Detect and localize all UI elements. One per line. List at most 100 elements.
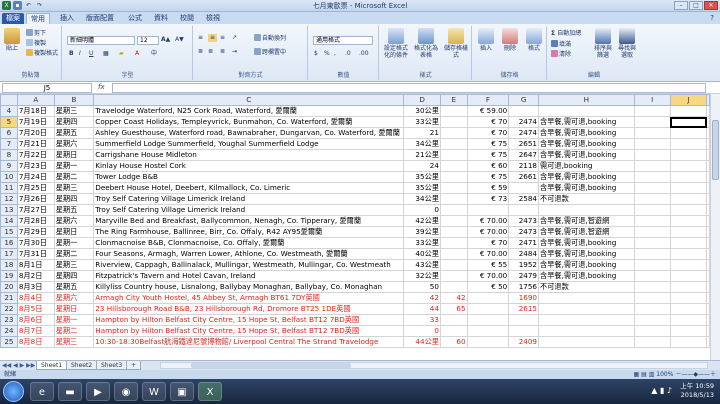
cell-h[interactable]: 含早餐,需可退,booking xyxy=(538,116,635,128)
cell-i[interactable] xyxy=(633,325,671,337)
row-header[interactable]: 9 xyxy=(0,160,18,172)
cell-d[interactable]: 50 xyxy=(403,281,441,293)
cell-c[interactable]: Troy Self Catering Village Limerick Irel… xyxy=(93,204,405,216)
cell-f[interactable]: € 59.00 xyxy=(466,105,510,117)
font-color-icon[interactable]: A xyxy=(135,50,139,58)
cell-f[interactable]: € 70 xyxy=(466,127,510,139)
cell-a[interactable]: 7月20日 xyxy=(16,127,55,139)
cell-i[interactable] xyxy=(633,270,671,282)
cell-b[interactable]: 星期日 xyxy=(53,149,95,161)
cell-j[interactable] xyxy=(669,237,708,249)
column-header-b[interactable]: B xyxy=(53,94,95,106)
cell-f[interactable]: € 70.00 xyxy=(466,215,510,227)
cell-g[interactable]: 2479 xyxy=(508,270,540,282)
cell-g[interactable]: 2615 xyxy=(508,303,540,315)
cell-d[interactable]: 44 xyxy=(403,303,441,315)
tab-insert[interactable]: 插入 xyxy=(56,13,78,24)
align-top-icon[interactable]: ≡ xyxy=(198,34,203,42)
cell-h[interactable] xyxy=(538,325,635,337)
autosum-button[interactable]: Σ 自動加總 xyxy=(551,30,581,38)
cell-e[interactable] xyxy=(439,226,468,238)
cell-f[interactable]: € 70.00 xyxy=(466,248,510,260)
cell-b[interactable]: 星期一 xyxy=(53,237,95,249)
cell-d[interactable]: 40公里 xyxy=(403,248,441,260)
cell-h[interactable] xyxy=(538,292,635,304)
insert-cells-button[interactable]: 插入 xyxy=(475,28,497,52)
tab-home[interactable]: 常用 xyxy=(26,13,50,24)
cell-b[interactable]: 星期三 xyxy=(53,259,95,271)
cell-b[interactable]: 星期一 xyxy=(53,314,95,326)
cell-j[interactable] xyxy=(669,138,708,150)
cell-b[interactable]: 星期日 xyxy=(53,226,95,238)
horizontal-scrollbar[interactable] xyxy=(160,362,708,369)
cell-f[interactable] xyxy=(466,336,510,348)
row-header[interactable]: 5 xyxy=(0,116,18,128)
cell-h[interactable]: 含早餐,需可退,booking xyxy=(538,237,635,249)
cell-e[interactable] xyxy=(439,127,468,139)
chrome-icon[interactable]: ◉ xyxy=(114,382,138,401)
cell-a[interactable]: 7月18日 xyxy=(16,105,55,117)
cell-f[interactable]: € 70 xyxy=(466,116,510,128)
cell-f[interactable] xyxy=(466,204,510,216)
cell-f[interactable]: € 70 xyxy=(466,237,510,249)
row-header[interactable]: 21 xyxy=(0,292,18,304)
row-header[interactable]: 25 xyxy=(0,336,18,348)
cell-i[interactable] xyxy=(633,226,671,238)
cell-b[interactable]: 星期三 xyxy=(53,182,95,194)
row-header[interactable]: 13 xyxy=(0,204,18,216)
cell-g[interactable]: 2584 xyxy=(508,193,540,205)
cell-i[interactable] xyxy=(633,303,671,315)
cell-i[interactable] xyxy=(633,336,671,348)
help-icon[interactable]: ? xyxy=(710,14,714,22)
cell-a[interactable]: 8月2日 xyxy=(16,270,55,282)
cell-c[interactable]: The Ring Farmhouse, Ballinree, Birr, Co.… xyxy=(93,226,405,238)
cell-d[interactable]: 42 xyxy=(403,292,441,304)
view-normal-icon[interactable]: ▦ xyxy=(634,371,640,378)
cell-d[interactable]: 43公里 xyxy=(403,259,441,271)
column-header-g[interactable]: G xyxy=(508,94,540,106)
sort-filter-button[interactable]: 排序與篩選 xyxy=(592,28,614,59)
start-button-icon[interactable] xyxy=(3,381,24,402)
cell-g[interactable] xyxy=(508,314,540,326)
cell-a[interactable]: 7月19日 xyxy=(16,116,55,128)
row-header[interactable]: 16 xyxy=(0,237,18,249)
sheet-nav-arrows-icon[interactable]: ◀◀ ◀ ▶ ▶▶ xyxy=(2,361,35,370)
cell-b[interactable]: 星期日 xyxy=(53,303,95,315)
name-box[interactable]: J5 xyxy=(2,83,92,93)
tab-review[interactable]: 校閱 xyxy=(176,13,198,24)
comma-icon[interactable]: , xyxy=(334,50,336,58)
row-header[interactable]: 22 xyxy=(0,303,18,315)
cell-c[interactable]: Fitzpatrick's Tavern and Hotel Cavan, Ir… xyxy=(93,270,405,282)
cell-i[interactable] xyxy=(633,215,671,227)
cell-g[interactable]: 2118 xyxy=(508,160,540,172)
cell-i[interactable] xyxy=(633,138,671,150)
cell-i[interactable] xyxy=(633,237,671,249)
cell-e[interactable]: 60 xyxy=(439,336,468,348)
cell-i[interactable] xyxy=(633,105,671,117)
fill-color-icon[interactable]: ▰ xyxy=(119,50,124,58)
column-header-e[interactable]: E xyxy=(439,94,468,106)
sheet-tab-1[interactable]: Sheet1 xyxy=(36,361,68,370)
copy-button[interactable]: 複製 xyxy=(26,39,46,48)
increase-decimal-icon[interactable]: .0 xyxy=(345,50,351,58)
cell-c[interactable]: Deebert House Hotel, Deebert, Kilmallock… xyxy=(93,182,405,194)
cell-a[interactable]: 8月3日 xyxy=(16,281,55,293)
cell-g[interactable]: 2474 xyxy=(508,127,540,139)
clock[interactable]: 上午 10:59 2018/5/13 xyxy=(680,382,714,400)
cell-i[interactable] xyxy=(633,204,671,216)
cell-b[interactable]: 星期四 xyxy=(53,270,95,282)
column-header-a[interactable]: A xyxy=(16,94,55,106)
cell-a[interactable]: 7月29日 xyxy=(16,226,55,238)
cell-g[interactable] xyxy=(508,204,540,216)
maximize-button[interactable]: □ xyxy=(689,1,703,10)
number-format-select[interactable]: 通用格式 xyxy=(313,36,373,45)
cell-j[interactable] xyxy=(669,325,708,337)
row-header[interactable]: 17 xyxy=(0,248,18,260)
cell-e[interactable] xyxy=(439,270,468,282)
row-header[interactable]: 23 xyxy=(0,314,18,326)
cell-h[interactable] xyxy=(538,336,635,348)
cell-f[interactable]: € 59 xyxy=(466,182,510,194)
cell-b[interactable]: 星期五 xyxy=(53,204,95,216)
cell-i[interactable] xyxy=(633,259,671,271)
cell-j[interactable] xyxy=(669,215,708,227)
